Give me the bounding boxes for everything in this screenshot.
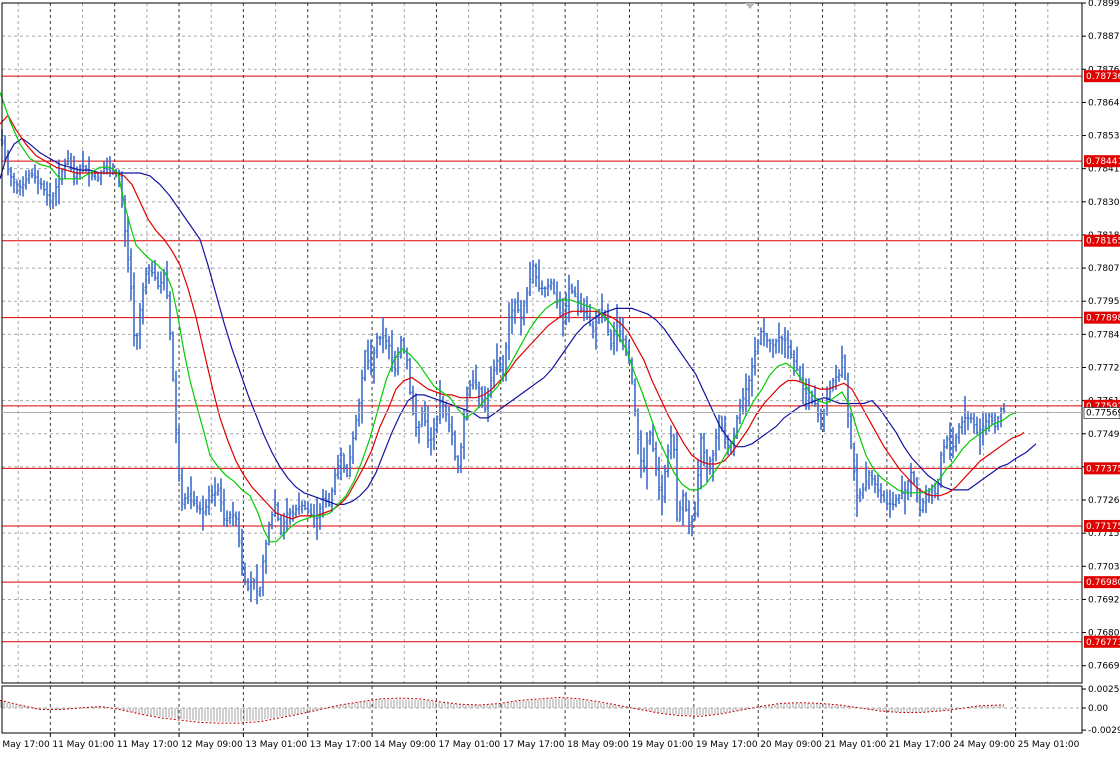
level-price-label: 0.78441 [1086, 157, 1120, 167]
price-chart[interactable]: 0.789900.788750.787600.786450.785300.784… [0, 0, 1120, 758]
osc-y-tick-label: -0.00292 [1088, 726, 1120, 736]
x-tick-label: 21 May 17:00 [889, 740, 951, 750]
chart-background [0, 0, 1120, 758]
y-tick-label: 0.78530 [1088, 132, 1120, 142]
current-price-label: 0.77569 [1086, 408, 1120, 418]
x-tick-label: 13 May 01:00 [245, 740, 307, 750]
y-tick-label: 0.77840 [1088, 330, 1120, 340]
y-tick-label: 0.77725 [1088, 363, 1120, 373]
osc-y-tick-label: 0.00250 [1088, 685, 1120, 695]
x-tick-label: 10 May 17:00 [0, 740, 50, 750]
level-price-label: 0.78736 [1086, 72, 1120, 82]
y-tick-label: 0.78645 [1088, 98, 1120, 108]
level-price-label: 0.77375 [1086, 464, 1120, 474]
osc-y-tick-label: 0.00 [1088, 704, 1108, 714]
y-tick-label: 0.76690 [1088, 662, 1120, 672]
x-tick-label: 11 May 17:00 [117, 740, 179, 750]
y-tick-label: 0.78990 [1088, 0, 1120, 9]
level-price-label: 0.77898 [1086, 314, 1120, 324]
y-tick-label: 0.77495 [1088, 430, 1120, 440]
level-price-label: 0.76773 [1086, 638, 1120, 648]
x-tick-label: 11 May 01:00 [52, 740, 114, 750]
y-tick-label: 0.78875 [1088, 32, 1120, 42]
x-tick-label: 20 May 09:00 [760, 740, 822, 750]
level-price-label: 0.78165 [1086, 237, 1120, 247]
x-tick-label: 18 May 09:00 [567, 740, 629, 750]
x-tick-label: 13 May 17:00 [310, 740, 372, 750]
x-tick-label: 17 May 17:00 [503, 740, 565, 750]
x-tick-label: 17 May 01:00 [438, 740, 500, 750]
y-tick-label: 0.77035 [1088, 562, 1120, 572]
x-tick-label: 19 May 17:00 [696, 740, 758, 750]
x-tick-label: 21 May 01:00 [825, 740, 887, 750]
x-tick-label: 24 May 09:00 [953, 740, 1015, 750]
x-tick-label: 12 May 09:00 [181, 740, 243, 750]
y-tick-label: 0.77955 [1088, 297, 1120, 307]
x-tick-label: 19 May 01:00 [632, 740, 694, 750]
y-tick-label: 0.77265 [1088, 496, 1120, 506]
level-price-label: 0.76980 [1086, 578, 1120, 588]
y-tick-label: 0.76920 [1088, 595, 1120, 605]
x-tick-label: 14 May 09:00 [374, 740, 436, 750]
y-tick-label: 0.78300 [1088, 198, 1120, 208]
x-tick-label: 25 May 01:00 [1018, 740, 1080, 750]
y-tick-label: 0.78070 [1088, 264, 1120, 274]
level-price-label: 0.77175 [1086, 522, 1120, 532]
